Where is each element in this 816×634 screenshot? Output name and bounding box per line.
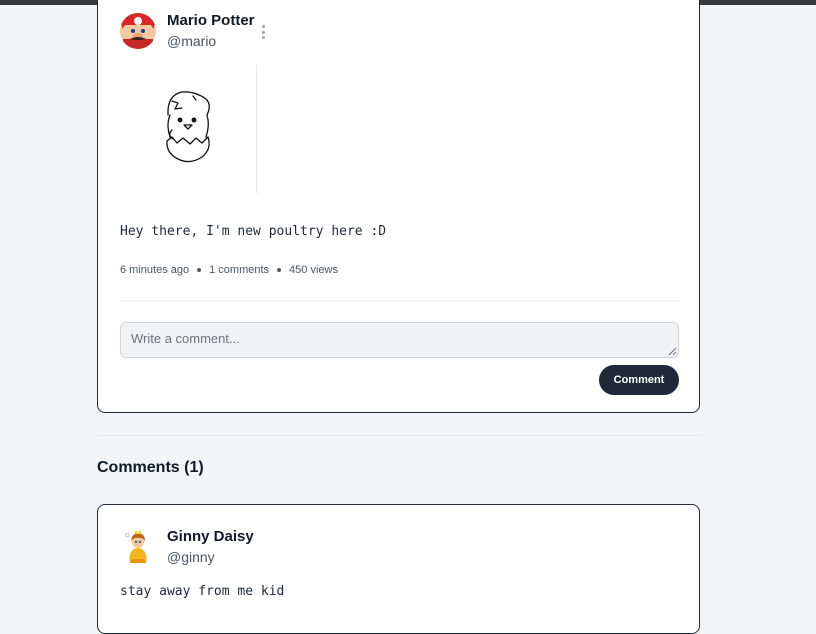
more-options-icon[interactable]	[259, 25, 267, 39]
comment-author-name[interactable]: Ginny Daisy	[167, 528, 254, 546]
comment-text: stay away from me kid	[120, 584, 285, 599]
post-author-name[interactable]: Mario Potter	[167, 12, 255, 30]
comment-button[interactable]: Comment	[599, 365, 679, 395]
post-time: 6 minutes ago	[120, 264, 190, 276]
post-meta: 6 minutes ago 1 comments 450 views	[120, 264, 338, 276]
post-text: Hey there, I'm new poultry here :D	[120, 224, 387, 239]
post-author[interactable]: Mario Potter @mario	[120, 12, 255, 50]
post-author-handle: @mario	[167, 33, 217, 49]
comment-author[interactable]: Ginny Daisy @ginny	[120, 528, 254, 566]
post-view-count: 450 views	[289, 264, 338, 276]
comment-input[interactable]	[120, 322, 679, 358]
comments-heading: Comments (1)	[97, 459, 204, 476]
mario-avatar-icon[interactable]	[120, 13, 156, 49]
post-comment-count[interactable]: 1 comments	[209, 264, 269, 276]
comment-author-handle: @ginny	[167, 549, 215, 565]
separator-dot	[197, 268, 202, 272]
separator-dot	[277, 268, 282, 272]
post-card: Mario Potter @mario Hey there, I'm new p…	[97, 0, 700, 413]
section-divider	[97, 435, 702, 436]
divider	[120, 300, 679, 301]
hatching-chick-drawing	[166, 91, 210, 163]
daisy-avatar-icon[interactable]	[120, 529, 156, 565]
post-image[interactable]	[120, 65, 257, 193]
comment-card: Ginny Daisy @ginny stay away from me kid	[97, 504, 700, 634]
